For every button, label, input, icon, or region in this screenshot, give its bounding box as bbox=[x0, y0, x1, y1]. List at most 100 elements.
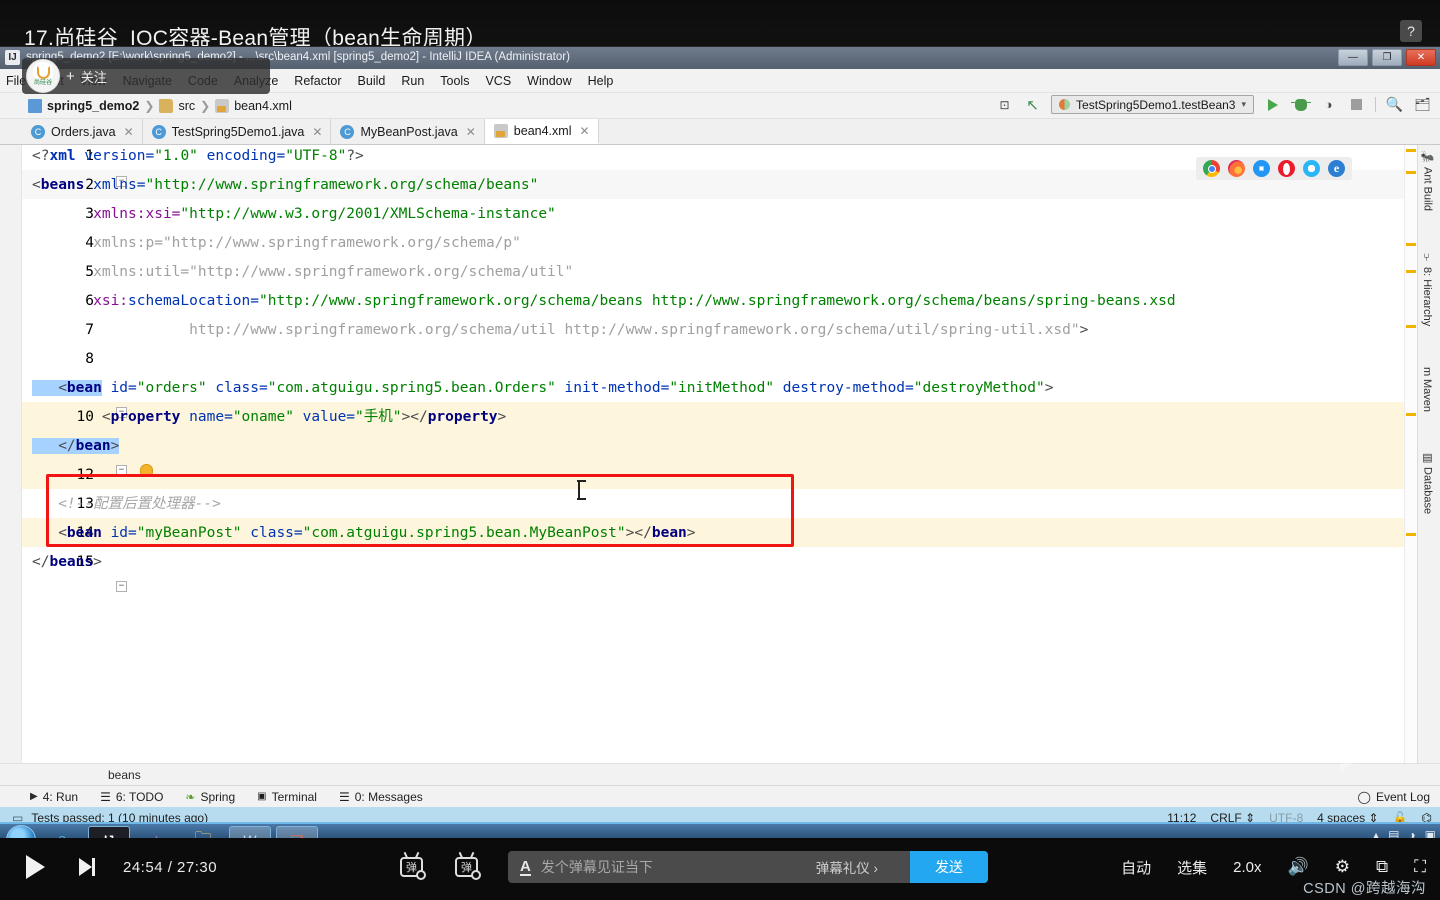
danmu-off-button[interactable]: 弹 bbox=[400, 857, 426, 880]
code-line-4[interactable]: xmlns:p="http://www.springframework.org/… bbox=[32, 229, 521, 258]
close-icon[interactable]: ✕ bbox=[579, 124, 589, 138]
run-with-coverage-icon[interactable]: ◑ bbox=[1319, 95, 1338, 114]
project-structure-icon[interactable]: 🗂 bbox=[1413, 95, 1432, 114]
code-line-2[interactable]: <beans xmlns="http://www.springframework… bbox=[32, 171, 538, 200]
firefox-icon[interactable] bbox=[1228, 160, 1245, 177]
chrome-icon[interactable] bbox=[1203, 160, 1220, 177]
code-line-6[interactable]: xsi:schemaLocation="http://www.springfra… bbox=[32, 287, 1176, 316]
auto-quality-button[interactable]: 自动 bbox=[1121, 857, 1151, 878]
tab-orders-java[interactable]: C Orders.java ✕ bbox=[22, 119, 143, 144]
stripe-marker bbox=[1406, 413, 1416, 416]
todo-icon: ☰ bbox=[100, 789, 111, 804]
explorer-icon[interactable] bbox=[1303, 160, 1320, 177]
sidebar-item-label: Maven bbox=[1421, 379, 1433, 413]
menu-item-vcs[interactable]: VCS bbox=[485, 74, 511, 88]
code-token: "http://www.w3.org/2001/XMLSchema-instan… bbox=[180, 206, 556, 222]
menu-item-run[interactable]: Run bbox=[401, 74, 424, 88]
playback-speed-button[interactable]: 2.0x bbox=[1233, 859, 1261, 876]
fullscreen-icon[interactable]: ⛶ bbox=[1414, 857, 1426, 877]
code-line-5[interactable]: xmlns:util="http://www.springframework.o… bbox=[32, 258, 573, 287]
code-token: < bbox=[32, 409, 111, 425]
code-line-10[interactable]: <property name="oname" value="手机"></prop… bbox=[32, 403, 506, 432]
breadcrumb-item-module[interactable]: spring5_demo2 bbox=[28, 98, 139, 113]
menu-item-tools[interactable]: Tools bbox=[440, 74, 469, 88]
danmu-input[interactable]: 发个弹幕见证当下 bbox=[541, 857, 653, 877]
send-button[interactable]: 发送 bbox=[910, 851, 988, 883]
font-style-icon[interactable]: A bbox=[520, 859, 531, 876]
editor-breadcrumb[interactable]: beans bbox=[0, 763, 1440, 785]
tool-window-todo[interactable]: ☰ 6: TODO bbox=[100, 790, 163, 804]
code-line-15[interactable]: </beans> bbox=[32, 548, 102, 577]
fold-marker-beans-end[interactable]: − bbox=[116, 581, 127, 592]
menu-item-refactor[interactable]: Refactor bbox=[294, 74, 341, 88]
run-icon[interactable] bbox=[1263, 95, 1282, 114]
intellij-window: IJ spring5_demo2 [E:\work\spring5_demo2]… bbox=[0, 46, 1440, 829]
opera-icon[interactable] bbox=[1278, 160, 1295, 177]
error-stripe-marker-bar[interactable] bbox=[1404, 145, 1417, 763]
breadcrumb-item-file[interactable]: bean4.xml bbox=[215, 98, 292, 113]
code-token: value= bbox=[293, 409, 356, 425]
sidebar-item-maven[interactable]: m Maven bbox=[1421, 367, 1433, 412]
follow-label[interactable]: 关注 bbox=[81, 67, 107, 86]
help-icon[interactable]: ? bbox=[1400, 20, 1422, 42]
channel-follow-overlay[interactable]: 尚硅谷 + 关注 bbox=[22, 58, 270, 94]
menu-item-window[interactable]: Window bbox=[527, 74, 571, 88]
danmu-settings-button[interactable]: 弹 bbox=[455, 857, 481, 880]
code-token: bean bbox=[66, 380, 102, 396]
breadcrumb-item-src[interactable]: src bbox=[159, 98, 195, 113]
close-button[interactable]: ✕ bbox=[1406, 49, 1436, 66]
maximize-button[interactable]: ❐ bbox=[1372, 49, 1402, 66]
danmu-input-container[interactable]: A 发个弹幕见证当下 弹幕礼仪 › 发送 bbox=[508, 851, 988, 883]
sidebar-item-hierarchy[interactable]: ⑂ 8: Hierarchy bbox=[1421, 253, 1433, 326]
code-line-14[interactable]: <bean id="myBeanPost" class="com.atguigu… bbox=[32, 519, 695, 548]
tab-bean4-xml[interactable]: bean4.xml ✕ bbox=[484, 119, 599, 144]
tool-window-terminal[interactable]: ▣ Terminal bbox=[257, 790, 317, 804]
code-token: "oname" bbox=[232, 409, 294, 425]
code-line-3[interactable]: xmlns:xsi="http://www.w3.org/2001/XMLSch… bbox=[32, 200, 556, 229]
stop-icon[interactable] bbox=[1347, 95, 1366, 114]
back-arrow-icon[interactable]: ↖ bbox=[1023, 95, 1042, 114]
code-line-7[interactable]: http://www.springframework.org/schema/ut… bbox=[32, 316, 1088, 345]
picture-in-picture-icon[interactable]: ⧉ bbox=[1376, 857, 1388, 877]
event-log-button[interactable]: ◯ Event Log bbox=[1358, 790, 1430, 804]
close-icon[interactable]: ✕ bbox=[312, 125, 322, 139]
tab-testspring5demo1-java[interactable]: C TestSpring5Demo1.java ✕ bbox=[142, 119, 332, 144]
run-configuration-selector[interactable]: TestSpring5Demo1.testBean3 ▾ bbox=[1051, 95, 1254, 114]
code-line-13[interactable]: <!--配置后置处理器--> bbox=[32, 490, 221, 519]
intention-bulb-icon[interactable] bbox=[140, 464, 153, 477]
volume-icon[interactable]: 🔊 bbox=[1288, 857, 1309, 877]
close-icon[interactable]: ✕ bbox=[466, 125, 476, 139]
sidebar-item-database[interactable]: ▤ Database bbox=[1421, 451, 1434, 514]
run-icon: ▶ bbox=[30, 791, 38, 802]
code-editor[interactable]: 1 2 3 4 5 6 7 8 9 10 11 12 13 14 15 bbox=[22, 145, 1404, 763]
tool-window-messages[interactable]: ☰ 0: Messages bbox=[339, 790, 423, 804]
menu-item-help[interactable]: Help bbox=[588, 74, 614, 88]
code-token: xmlns:p="http://www.springframework.org/… bbox=[32, 235, 521, 251]
tab-mybeanpost-java[interactable]: C MyBeanPost.java ✕ bbox=[331, 119, 485, 144]
close-icon[interactable]: ✕ bbox=[124, 125, 134, 139]
settings-gear-icon[interactable]: ⚙ bbox=[1335, 857, 1350, 877]
code-line-11[interactable]: </bean> bbox=[32, 432, 120, 461]
minimize-button[interactable]: — bbox=[1338, 49, 1368, 66]
debug-icon[interactable] bbox=[1290, 95, 1311, 114]
code-token: encoding= bbox=[197, 148, 286, 164]
select-opened-file-icon[interactable]: ⊡ bbox=[995, 95, 1014, 114]
menu-item-build[interactable]: Build bbox=[358, 74, 386, 88]
sidebar-item-ant-build[interactable]: 🐜 Ant Build bbox=[1421, 151, 1434, 211]
next-episode-button[interactable] bbox=[79, 858, 95, 876]
code-line-9[interactable]: <bean id="orders" class="com.atguigu.spr… bbox=[32, 374, 1053, 403]
edge-icon[interactable]: e bbox=[1328, 160, 1345, 177]
episode-list-button[interactable]: 选集 bbox=[1177, 857, 1207, 878]
fold-marker-bean-end[interactable]: − bbox=[116, 465, 127, 476]
tool-window-spring[interactable]: ❧ Spring bbox=[185, 790, 235, 804]
safari-icon[interactable] bbox=[1253, 160, 1270, 177]
play-button[interactable] bbox=[26, 855, 45, 879]
search-everywhere-icon[interactable]: 🔍 bbox=[1385, 95, 1404, 114]
code-token: "myBeanPost" bbox=[136, 525, 242, 541]
terminal-icon: ▣ bbox=[257, 791, 267, 802]
code-token: id= bbox=[101, 525, 137, 541]
breadcrumb-label-file: bean4.xml bbox=[234, 98, 292, 113]
code-line-1[interactable]: <?xml version="1.0" encoding="UTF-8"?> bbox=[32, 145, 364, 171]
tool-window-run[interactable]: ▶ 4: Run bbox=[30, 790, 78, 804]
danmu-etiquette-link[interactable]: 弹幕礼仪 › bbox=[816, 857, 878, 877]
